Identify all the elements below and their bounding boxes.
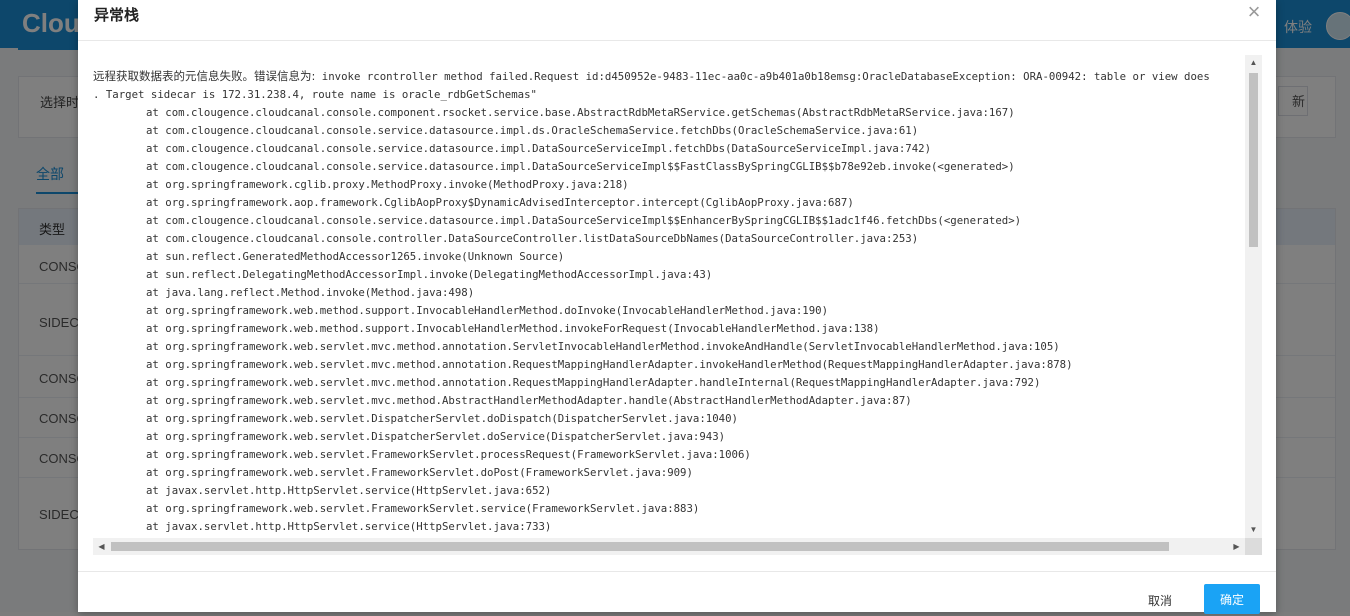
error-message-zh: 远程获取数据表的元信息失败。错误信息为:: [93, 69, 316, 83]
stack-frame-line: at org.springframework.web.servlet.Dispa…: [146, 412, 738, 425]
modal-header: 异常栈 ×: [78, 0, 1276, 41]
stack-frame-line: at org.springframework.web.method.suppor…: [146, 322, 880, 335]
stack-frame-line: at com.clougence.cloudcanal.console.comp…: [146, 106, 1015, 119]
stack-frame-line: at org.springframework.web.method.suppor…: [146, 304, 829, 317]
stack-frame-line: at org.springframework.aop.framework.Cgl…: [146, 196, 854, 209]
scroll-right-arrow-icon[interactable]: ▶: [1228, 538, 1245, 555]
stack-trace-area[interactable]: 远程获取数据表的元信息失败。错误信息为: invoke rcontroller …: [93, 55, 1263, 555]
stack-frame-line: at com.clougence.cloudcanal.console.serv…: [146, 160, 1015, 173]
stack-trace-text: 远程获取数据表的元信息失败。错误信息为: invoke rcontroller …: [93, 55, 1245, 536]
stack-frame-line: at org.springframework.web.servlet.mvc.m…: [146, 394, 912, 407]
stack-frame-line: at org.springframework.web.servlet.Dispa…: [146, 430, 726, 443]
stack-frame-line: at javax.servlet.http.HttpServlet.servic…: [146, 484, 552, 497]
exception-stack-modal: 异常栈 × 远程获取数据表的元信息失败。错误信息为: invoke rcontr…: [78, 0, 1276, 614]
stack-frame-line: at org.springframework.web.servlet.mvc.m…: [146, 358, 1073, 371]
stack-frame-line: at org.springframework.web.servlet.Frame…: [146, 448, 751, 461]
stack-frame-line: at org.springframework.web.servlet.Frame…: [146, 502, 700, 515]
error-message-line: 远程获取数据表的元信息失败。错误信息为: invoke rcontroller …: [93, 67, 1245, 86]
ok-button[interactable]: 确定: [1204, 584, 1260, 614]
stack-frame-line: at org.springframework.web.servlet.mvc.m…: [146, 340, 1060, 353]
stack-frame-line: at java.lang.reflect.Method.invoke(Metho…: [146, 286, 475, 299]
stack-frame-line: at com.clougence.cloudcanal.console.serv…: [146, 124, 919, 137]
stack-trace-viewport[interactable]: 远程获取数据表的元信息失败。错误信息为: invoke rcontroller …: [93, 55, 1245, 538]
horizontal-scroll-thumb[interactable]: [111, 542, 1169, 551]
error-message-en: invoke rcontroller method failed.Request…: [315, 70, 1210, 83]
stack-frame-line: at com.clougence.cloudcanal.console.serv…: [146, 214, 1022, 227]
modal-footer: 取消 确定: [78, 571, 1276, 614]
stack-frame-line: at com.clougence.cloudcanal.console.serv…: [146, 142, 931, 155]
vertical-scroll-thumb[interactable]: [1249, 73, 1258, 247]
cancel-button[interactable]: 取消: [1148, 592, 1172, 609]
vertical-scrollbar[interactable]: ▲ ▼: [1245, 55, 1262, 538]
close-icon[interactable]: ×: [1244, 1, 1264, 24]
stack-frame-line: at com.clougence.cloudcanal.console.cont…: [146, 232, 919, 245]
error-target-line: . Target sidecar is 172.31.238.4, route …: [93, 88, 537, 101]
scroll-left-arrow-icon[interactable]: ◀: [93, 538, 110, 555]
scrollbar-corner: [1245, 538, 1262, 555]
stack-frame-line: at sun.reflect.DelegatingMethodAccessorI…: [146, 268, 713, 281]
scroll-down-arrow-icon[interactable]: ▼: [1245, 522, 1262, 538]
stack-frame-line: at org.springframework.cglib.proxy.Metho…: [146, 178, 629, 191]
scroll-up-arrow-icon[interactable]: ▲: [1245, 55, 1262, 71]
horizontal-scrollbar[interactable]: ◀ ▶: [93, 538, 1245, 555]
stack-frame-line: at sun.reflect.GeneratedMethodAccessor12…: [146, 250, 565, 263]
stack-frame-line: at org.springframework.web.servlet.mvc.m…: [146, 376, 1041, 389]
stack-frames: at com.clougence.cloudcanal.console.comp…: [93, 104, 1245, 536]
modal-title: 异常栈: [94, 7, 140, 24]
stack-frame-line: at javax.servlet.http.HttpServlet.servic…: [146, 520, 552, 533]
stack-frame-line: at org.springframework.web.servlet.Frame…: [146, 466, 693, 479]
